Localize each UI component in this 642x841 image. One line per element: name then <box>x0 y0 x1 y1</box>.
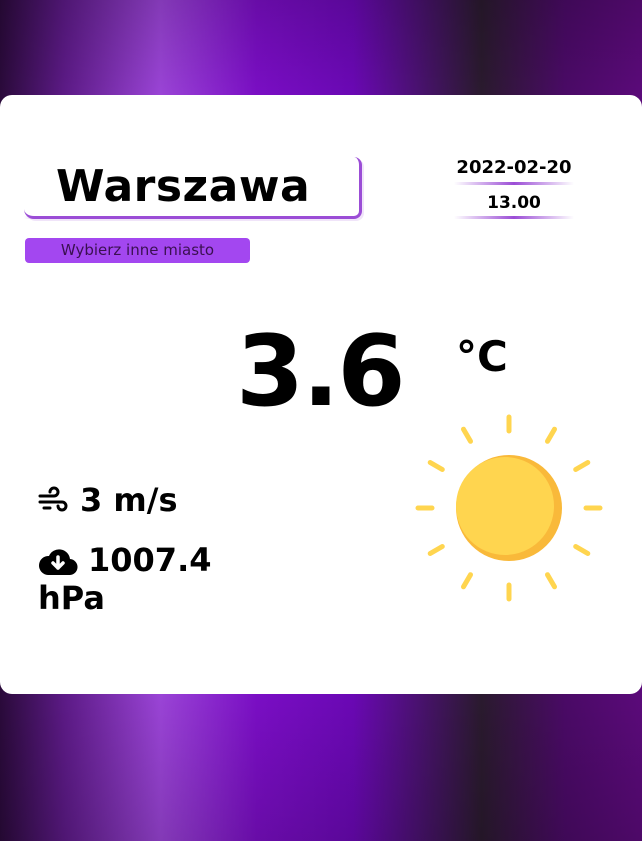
sun-ray <box>427 460 445 472</box>
temperature-unit: °C <box>456 332 508 381</box>
wind-line <box>38 486 60 498</box>
pressure-value: 1007.4 <box>88 541 212 579</box>
datetime-block: 2022-02-20 13.00 <box>446 155 582 219</box>
temperature-value: 3.6 <box>236 315 406 429</box>
date-value: 2022-02-20 <box>456 157 572 178</box>
time-underline <box>454 216 574 219</box>
cloud-download-icon-svg <box>38 549 78 576</box>
cloud-download-icon <box>38 547 78 577</box>
wind-icon <box>38 486 70 514</box>
city-header: Warszawa <box>24 157 362 219</box>
sun-ray <box>573 544 591 556</box>
weather-card: Warszawa Wybierz inne miasto 2022-02-20 … <box>0 95 642 694</box>
background-bottom <box>0 694 642 841</box>
sun-ray <box>427 544 445 556</box>
sun-ray <box>461 572 473 590</box>
sun-icon <box>414 413 604 603</box>
pressure-stat: 1007.4 hPa <box>38 541 258 617</box>
sun-icon-svg <box>415 414 603 602</box>
wind-icon-svg <box>38 486 68 512</box>
wind-value: 3 m/s <box>80 481 178 519</box>
city-name: Warszawa <box>56 161 311 212</box>
time-label: 13.00 <box>446 191 582 219</box>
sun-ray <box>573 460 591 472</box>
wind-stat: 3 m/s <box>38 480 177 520</box>
date-label: 2022-02-20 <box>446 155 582 185</box>
sun-ray <box>545 572 557 590</box>
time-value: 13.00 <box>487 193 541 213</box>
sun-ray <box>461 426 473 444</box>
choose-city-button[interactable]: Wybierz inne miasto <box>25 238 250 263</box>
date-underline <box>454 182 574 185</box>
sun-ray <box>545 426 557 444</box>
background-top <box>0 0 642 95</box>
pressure-unit: hPa <box>38 579 105 617</box>
sun-disc <box>456 457 554 555</box>
